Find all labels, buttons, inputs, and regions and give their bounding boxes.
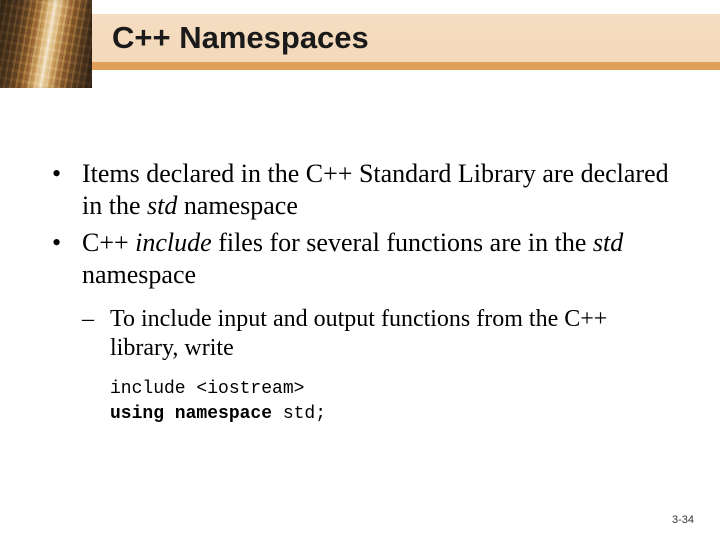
bullet-1: • Items declared in the C++ Standard Lib… bbox=[52, 158, 672, 221]
sub-bullet: – To include input and output functions … bbox=[82, 305, 672, 364]
code-line-1: include <iostream> bbox=[110, 377, 672, 401]
slide-number: 3-34 bbox=[672, 514, 694, 526]
bullet-1-em: std bbox=[147, 191, 177, 220]
slide-title: C++ Namespaces bbox=[112, 20, 369, 56]
bullet-1-post: namespace bbox=[177, 191, 298, 220]
bullet-2-em: include bbox=[135, 228, 212, 257]
bullet-2-mid: files for several functions are in the bbox=[212, 228, 593, 257]
bullet-1-text: Items declared in the C++ Standard Libra… bbox=[82, 158, 672, 221]
sub-bullet-marker: – bbox=[82, 305, 110, 364]
slide-content: • Items declared in the C++ Standard Lib… bbox=[52, 158, 672, 426]
code-keyword: using namespace bbox=[110, 404, 272, 424]
sub-bullet-text: To include input and output functions fr… bbox=[110, 305, 672, 364]
code-line-2: using namespace std; bbox=[110, 402, 672, 426]
code-rest: std; bbox=[272, 404, 326, 424]
bullet-2: • C++ include files for several function… bbox=[52, 227, 672, 290]
bullet-marker: • bbox=[52, 227, 82, 290]
bullet-2-text: C++ include files for several functions … bbox=[82, 227, 672, 290]
bullet-2-pre: C++ bbox=[82, 228, 135, 257]
bullet-marker: • bbox=[52, 158, 82, 221]
code-block: include <iostream> using namespace std; bbox=[110, 377, 672, 426]
header-photo bbox=[0, 0, 92, 88]
bullet-2-em2: std bbox=[593, 228, 623, 257]
bullet-2-post: namespace bbox=[82, 260, 196, 289]
